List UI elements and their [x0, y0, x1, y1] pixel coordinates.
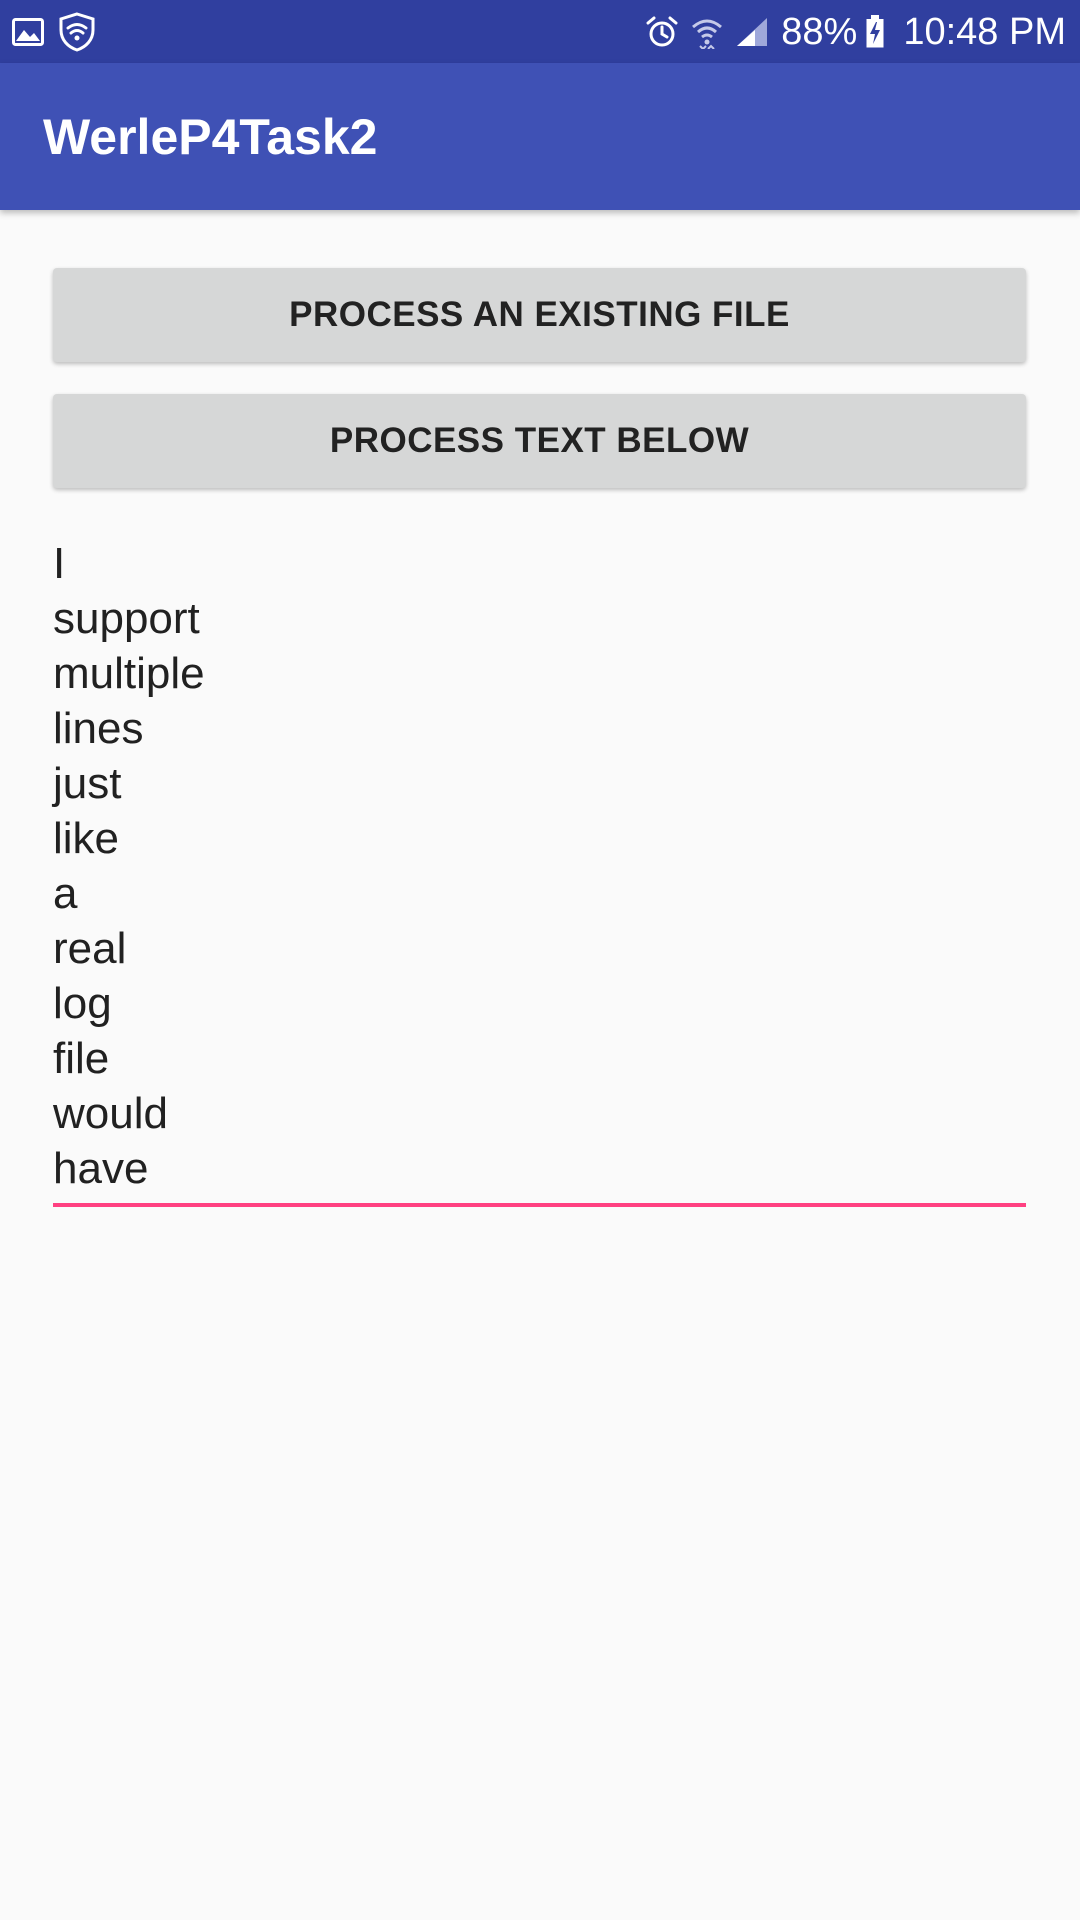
log-text-field[interactable]: I support multiple lines just like a rea… [53, 536, 1026, 1207]
text-line: a [53, 869, 78, 918]
alarm-icon [645, 15, 679, 49]
status-right-icons: 88% 10:48 PM [645, 8, 1066, 56]
battery-percent: 88% [781, 10, 858, 53]
text-line: lines [53, 704, 144, 753]
log-text-content[interactable]: I support multiple lines just like a rea… [53, 536, 1026, 1196]
text-line: just [53, 759, 122, 808]
process-text-below-button[interactable]: PROCESS TEXT BELOW [53, 394, 1026, 488]
battery-charging-icon [865, 15, 885, 49]
status-bar: 88% 10:48 PM [0, 0, 1080, 63]
text-line: real [53, 924, 127, 973]
process-existing-file-button[interactable]: PROCESS AN EXISTING FILE [53, 268, 1026, 362]
text-field-underline [53, 1203, 1026, 1207]
text-line: file [53, 1034, 110, 1083]
text-line: multiple [53, 649, 205, 698]
status-left-icons [12, 12, 110, 52]
text-line: log [53, 979, 112, 1028]
status-time: 10:48 PM [903, 10, 1066, 53]
wifi-icon [691, 15, 723, 49]
text-line: like [53, 814, 120, 863]
app-title: WerleP4Task2 [43, 109, 378, 165]
image-icon [12, 18, 44, 46]
text-line: I [53, 539, 66, 588]
app-bar: WerleP4Task2 [0, 63, 1080, 210]
text-line: would [53, 1089, 168, 1138]
text-line: have [53, 1144, 149, 1193]
shield-icon [58, 12, 96, 52]
signal-icon [735, 16, 769, 48]
text-line: support [53, 594, 200, 643]
